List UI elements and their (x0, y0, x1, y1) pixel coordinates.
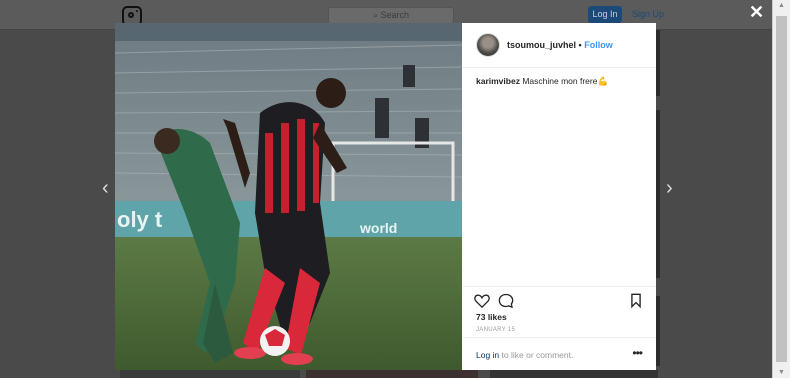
svg-text:world: world (359, 220, 397, 236)
post-sidebar: tsoumou_juvhel • Follow karimvibez Masch… (462, 23, 656, 370)
scrollbar[interactable]: ▲ ▼ (772, 0, 790, 378)
author-username[interactable]: tsoumou_juvhel (507, 40, 576, 50)
likes-count[interactable]: 73 likes (476, 312, 507, 322)
background-tile (656, 296, 660, 366)
login-link[interactable]: Log in (476, 350, 499, 360)
background-tile (656, 110, 660, 278)
follow-button[interactable]: Follow (584, 40, 613, 50)
caption-username[interactable]: karimvibez (476, 76, 520, 86)
separator-dot: • (578, 40, 582, 50)
more-icon[interactable]: ••• (632, 346, 643, 360)
signup-link[interactable]: Sign Up (632, 6, 664, 23)
bookmark-icon[interactable] (630, 293, 642, 308)
post-author: tsoumou_juvhel • Follow (507, 40, 613, 50)
close-icon[interactable]: ✕ (749, 3, 764, 21)
post-caption: karimvibez Maschine mon frere💪 (476, 76, 646, 87)
post-header: tsoumou_juvhel • Follow (462, 23, 656, 68)
heart-icon[interactable] (474, 293, 490, 308)
post-photo: oly t world (115, 23, 462, 370)
caption-text: Maschine mon frere💪 (522, 76, 609, 86)
background-tile (656, 30, 660, 96)
scroll-up-icon[interactable]: ▲ (778, 2, 785, 9)
post-date: JANUARY 15 (476, 327, 516, 333)
scroll-down-icon[interactable]: ▼ (778, 369, 785, 376)
login-prompt-text: to like or comment. (501, 350, 574, 360)
background-tile (306, 370, 478, 378)
background-tile (120, 370, 300, 378)
search-placeholder: Search (380, 10, 410, 20)
background-tile (490, 370, 658, 378)
comment-footer: Log in to like or comment. ••• (462, 337, 656, 371)
comment-icon[interactable] (498, 293, 514, 308)
login-prompt: Log in to like or comment. (476, 350, 573, 360)
avatar[interactable] (476, 33, 500, 57)
chevron-left-icon[interactable]: ‹ (102, 178, 109, 198)
login-button[interactable]: Log In (588, 6, 622, 23)
post-modal: oly t world tsoumou_juvhel • Follow kari… (115, 23, 656, 370)
post-image: oly t world (115, 23, 462, 370)
chevron-right-icon[interactable]: › (666, 178, 673, 198)
scroll-thumb[interactable] (776, 16, 787, 362)
svg-text:oly t: oly t (117, 207, 163, 232)
search-input[interactable]: ⌕ Search (328, 7, 454, 24)
